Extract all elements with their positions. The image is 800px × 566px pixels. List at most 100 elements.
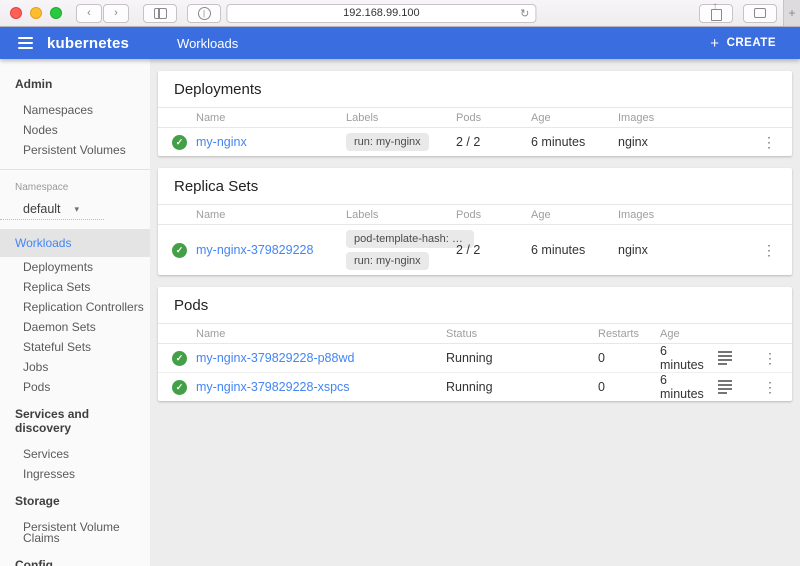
- replica-set-name-link[interactable]: my-nginx-379829228: [196, 243, 313, 257]
- main-content: Deployments Name Labels Pods Age Images …: [150, 59, 800, 566]
- sidebar-section-admin: Admin: [0, 67, 150, 100]
- sidebar-icon: [154, 8, 167, 19]
- sidebar-item-deployments[interactable]: Deployments: [0, 257, 150, 277]
- back-button[interactable]: ‹: [76, 4, 102, 23]
- pod-name-link[interactable]: my-nginx-379829228-p88wd: [196, 351, 354, 365]
- app-logo[interactable]: kubernetes: [47, 35, 129, 52]
- column-pods: Pods: [456, 209, 531, 221]
- create-button-label: CREATE: [727, 37, 776, 49]
- column-name: Name: [196, 328, 446, 340]
- close-window-button[interactable]: [10, 7, 22, 19]
- table-row: my-nginx-379829228-p88wd Running 0 6 min…: [158, 344, 792, 373]
- replica-sets-table-header: Name Labels Pods Age Images: [158, 204, 792, 225]
- sidebar-toggle-button[interactable]: [143, 4, 177, 23]
- pod-name-link[interactable]: my-nginx-379829228-xspcs: [196, 380, 350, 394]
- column-age: Age: [531, 209, 618, 221]
- namespace-selector[interactable]: default ▾: [0, 193, 104, 220]
- images-value: nginx: [618, 243, 752, 257]
- sidebar-section-services-discovery: Services and discovery: [0, 397, 150, 444]
- sidebar-section-storage: Storage: [0, 484, 150, 517]
- sidebar-item-nodes[interactable]: Nodes: [0, 120, 150, 140]
- restarts-count: 0: [598, 380, 660, 394]
- create-button[interactable]: + CREATE: [710, 35, 776, 52]
- column-labels: Labels: [346, 112, 456, 124]
- status-ok-icon: [172, 380, 187, 395]
- pods-count: 2 / 2: [456, 135, 531, 149]
- sidebar-item-pods[interactable]: Pods: [0, 377, 150, 397]
- table-row: my-nginx-379829228 pod-template-hash: 37…: [158, 225, 792, 275]
- sidebar-item-ingresses[interactable]: Ingresses: [0, 464, 150, 484]
- sidebar-item-namespaces[interactable]: Namespaces: [0, 100, 150, 120]
- extension-icon: |: [198, 7, 211, 20]
- browser-toolbar: ‹ › | e e 192.168.99.100 ↻ +: [0, 0, 800, 27]
- column-restarts: Restarts: [598, 328, 660, 340]
- kebab-menu-icon[interactable]: ⋮: [754, 350, 792, 367]
- sidebar-item-jobs[interactable]: Jobs: [0, 357, 150, 377]
- kebab-menu-icon[interactable]: ⋮: [752, 242, 792, 259]
- sidebar-item-daemon-sets[interactable]: Daemon Sets: [0, 317, 150, 337]
- column-name: Name: [196, 112, 346, 124]
- sidebar-section-config: Config: [0, 548, 150, 566]
- app-bar: kubernetes Workloads + CREATE: [0, 27, 800, 59]
- status-ok-icon: [172, 243, 187, 258]
- tab-overview-button[interactable]: [743, 4, 777, 23]
- age-value: 6 minutes: [531, 135, 618, 149]
- minimize-window-button[interactable]: [30, 7, 42, 19]
- deployments-card: Deployments Name Labels Pods Age Images …: [158, 71, 792, 156]
- replica-sets-card-title: Replica Sets: [158, 168, 792, 204]
- address-bar[interactable]: 192.168.99.100 ↻: [226, 4, 536, 23]
- logs-icon[interactable]: [718, 380, 732, 393]
- forward-button[interactable]: ›: [103, 4, 129, 23]
- replica-sets-card: Replica Sets Name Labels Pods Age Images…: [158, 168, 792, 275]
- deployment-name-link[interactable]: my-nginx: [196, 135, 247, 149]
- sidebar-item-workloads[interactable]: Workloads: [0, 229, 150, 257]
- column-images: Images: [618, 209, 752, 221]
- window-controls: [10, 7, 62, 19]
- tabs-icon: [754, 8, 766, 18]
- namespace-label: Namespace: [0, 170, 150, 193]
- pods-card-title: Pods: [158, 287, 792, 323]
- plus-icon: +: [710, 35, 719, 52]
- url-text: 192.168.99.100: [343, 7, 419, 19]
- age-value: 6 minutes: [660, 344, 718, 372]
- sidebar-item-replication-controllers[interactable]: Replication Controllers: [0, 297, 150, 317]
- kebab-menu-icon[interactable]: ⋮: [752, 134, 792, 151]
- reload-icon[interactable]: ↻: [520, 7, 529, 20]
- deployments-table-header: Name Labels Pods Age Images: [158, 107, 792, 128]
- label-chip: pod-template-hash: 37...: [346, 230, 474, 248]
- label-chip: run: my-nginx: [346, 252, 429, 270]
- status-ok-icon: [172, 135, 187, 150]
- status-ok-icon: [172, 351, 187, 366]
- restarts-count: 0: [598, 351, 660, 365]
- hamburger-menu-icon[interactable]: [18, 37, 33, 49]
- sidebar-item-persistent-volume-claims[interactable]: Persistent Volume Claims: [0, 517, 150, 548]
- pods-count: 2 / 2: [456, 243, 531, 257]
- deployments-card-title: Deployments: [158, 71, 792, 107]
- column-name: Name: [196, 209, 346, 221]
- kebab-menu-icon[interactable]: ⋮: [754, 379, 792, 396]
- share-button[interactable]: [699, 4, 733, 23]
- sidebar-item-stateful-sets[interactable]: Stateful Sets: [0, 337, 150, 357]
- column-labels: Labels: [346, 209, 456, 221]
- sidebar-item-services[interactable]: Services: [0, 444, 150, 464]
- table-row: my-nginx run: my-nginx 2 / 2 6 minutes n…: [158, 128, 792, 156]
- age-value: 6 minutes: [531, 243, 618, 257]
- page-title: Workloads: [177, 36, 238, 51]
- column-status: Status: [446, 328, 598, 340]
- extension-button-1[interactable]: |: [187, 4, 221, 23]
- logs-icon[interactable]: [718, 351, 732, 364]
- label-chip: run: my-nginx: [346, 133, 429, 151]
- namespace-value: default: [23, 202, 61, 216]
- sidebar-item-persistent-volumes[interactable]: Persistent Volumes: [0, 140, 150, 160]
- pod-status: Running: [446, 351, 598, 365]
- chevron-down-icon: ▾: [75, 204, 80, 215]
- pod-status: Running: [446, 380, 598, 394]
- column-age: Age: [660, 328, 718, 340]
- zoom-window-button[interactable]: [50, 7, 62, 19]
- pods-card: Pods Name Status Restarts Age my-nginx-3…: [158, 287, 792, 401]
- new-tab-button[interactable]: +: [783, 0, 800, 26]
- column-images: Images: [618, 112, 752, 124]
- column-pods: Pods: [456, 112, 531, 124]
- age-value: 6 minutes: [660, 373, 718, 401]
- sidebar-item-replica-sets[interactable]: Replica Sets: [0, 277, 150, 297]
